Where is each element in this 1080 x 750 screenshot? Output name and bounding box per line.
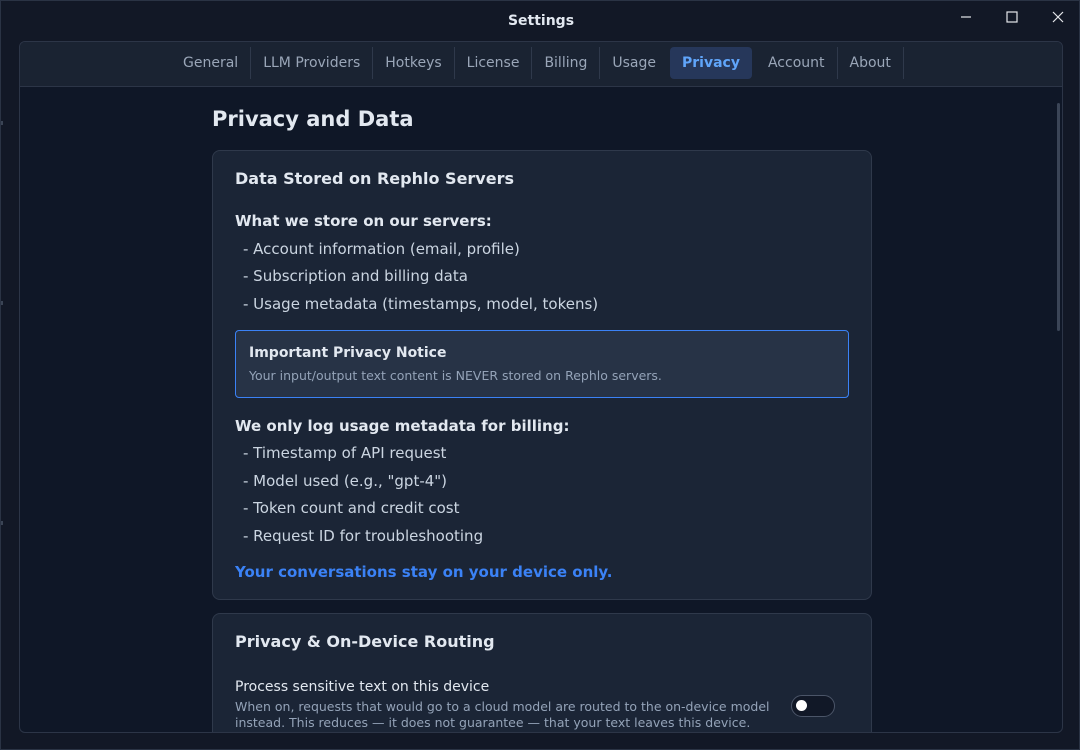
edge-marker <box>1 521 3 525</box>
tab-general[interactable]: General <box>171 47 252 79</box>
list-item: - Usage metadata (timestamps, model, tok… <box>243 295 599 313</box>
tab-account[interactable]: Account <box>756 47 838 79</box>
close-icon <box>1052 11 1064 23</box>
minimize-icon <box>961 16 971 18</box>
tab-label: About <box>849 55 891 71</box>
on-device-routing-card: Privacy & On-Device Routing Process sens… <box>212 613 872 732</box>
tab-label: Billing <box>544 55 588 71</box>
tab-label: LLM Providers <box>263 55 361 71</box>
maximize-button[interactable] <box>989 5 1035 29</box>
sensitive-text-toggle[interactable] <box>791 695 835 717</box>
tab-billing[interactable]: Billing <box>532 47 601 79</box>
close-button[interactable] <box>1035 5 1080 29</box>
list-item: - Model used (e.g., "gpt-4") <box>243 472 448 490</box>
maximize-icon <box>1006 11 1018 23</box>
list-item: - Request ID for troubleshooting <box>243 527 484 545</box>
notice-title: Important Privacy Notice <box>249 345 447 361</box>
tab-label: Usage <box>612 55 656 71</box>
store-heading: What we store on our servers: <box>235 212 492 230</box>
log-heading: We only log usage metadata for billing: <box>235 417 570 435</box>
sensitive-text-description: When on, requests that would go to a clo… <box>235 699 770 730</box>
privacy-notice: Important Privacy Notice Your input/outp… <box>235 330 849 398</box>
tab-list: General LLM Providers Hotkeys License Bi… <box>171 47 904 79</box>
card-title: Privacy & On-Device Routing <box>235 632 495 651</box>
tab-bar: General LLM Providers Hotkeys License Bi… <box>20 42 1062 87</box>
vertical-scrollbar[interactable] <box>1057 103 1060 331</box>
settings-frame: General LLM Providers Hotkeys License Bi… <box>19 41 1063 733</box>
window-title: Settings <box>507 13 575 29</box>
tab-label: General <box>183 55 239 71</box>
tab-label: Privacy <box>682 55 740 71</box>
tab-usage[interactable]: Usage <box>600 47 668 79</box>
title-bar[interactable]: Settings <box>1 1 1080 41</box>
tab-label: Account <box>767 55 825 71</box>
toggle-knob <box>796 700 807 711</box>
data-stored-card: Data Stored on Rephlo Servers What we st… <box>212 150 872 600</box>
tab-label: Hotkeys <box>385 55 442 71</box>
edge-marker <box>1 301 3 305</box>
tab-label: License <box>466 55 520 71</box>
device-only-highlight: Your conversations stay on your device o… <box>235 563 613 581</box>
list-item: - Account information (email, profile) <box>243 240 520 258</box>
privacy-content[interactable]: Privacy and Data Data Stored on Rephlo S… <box>20 87 1062 732</box>
notice-text: Your input/output text content is NEVER … <box>249 368 662 383</box>
sensitive-text-label: Process sensitive text on this device <box>235 679 490 695</box>
tab-license[interactable]: License <box>455 47 533 79</box>
page-title: Privacy and Data <box>212 107 414 131</box>
tab-privacy[interactable]: Privacy <box>670 47 752 79</box>
tab-about[interactable]: About <box>838 47 904 79</box>
card-title: Data Stored on Rephlo Servers <box>235 169 514 188</box>
edge-marker <box>1 121 3 125</box>
tab-hotkeys[interactable]: Hotkeys <box>373 47 455 79</box>
settings-window: Settings General LLM Providers Hotkeys L… <box>0 0 1080 750</box>
list-item: - Timestamp of API request <box>243 444 447 462</box>
list-item: - Subscription and billing data <box>243 267 468 285</box>
list-item: - Token count and credit cost <box>243 499 460 517</box>
minimize-button[interactable] <box>943 5 989 29</box>
tab-llm-providers[interactable]: LLM Providers <box>251 47 374 79</box>
